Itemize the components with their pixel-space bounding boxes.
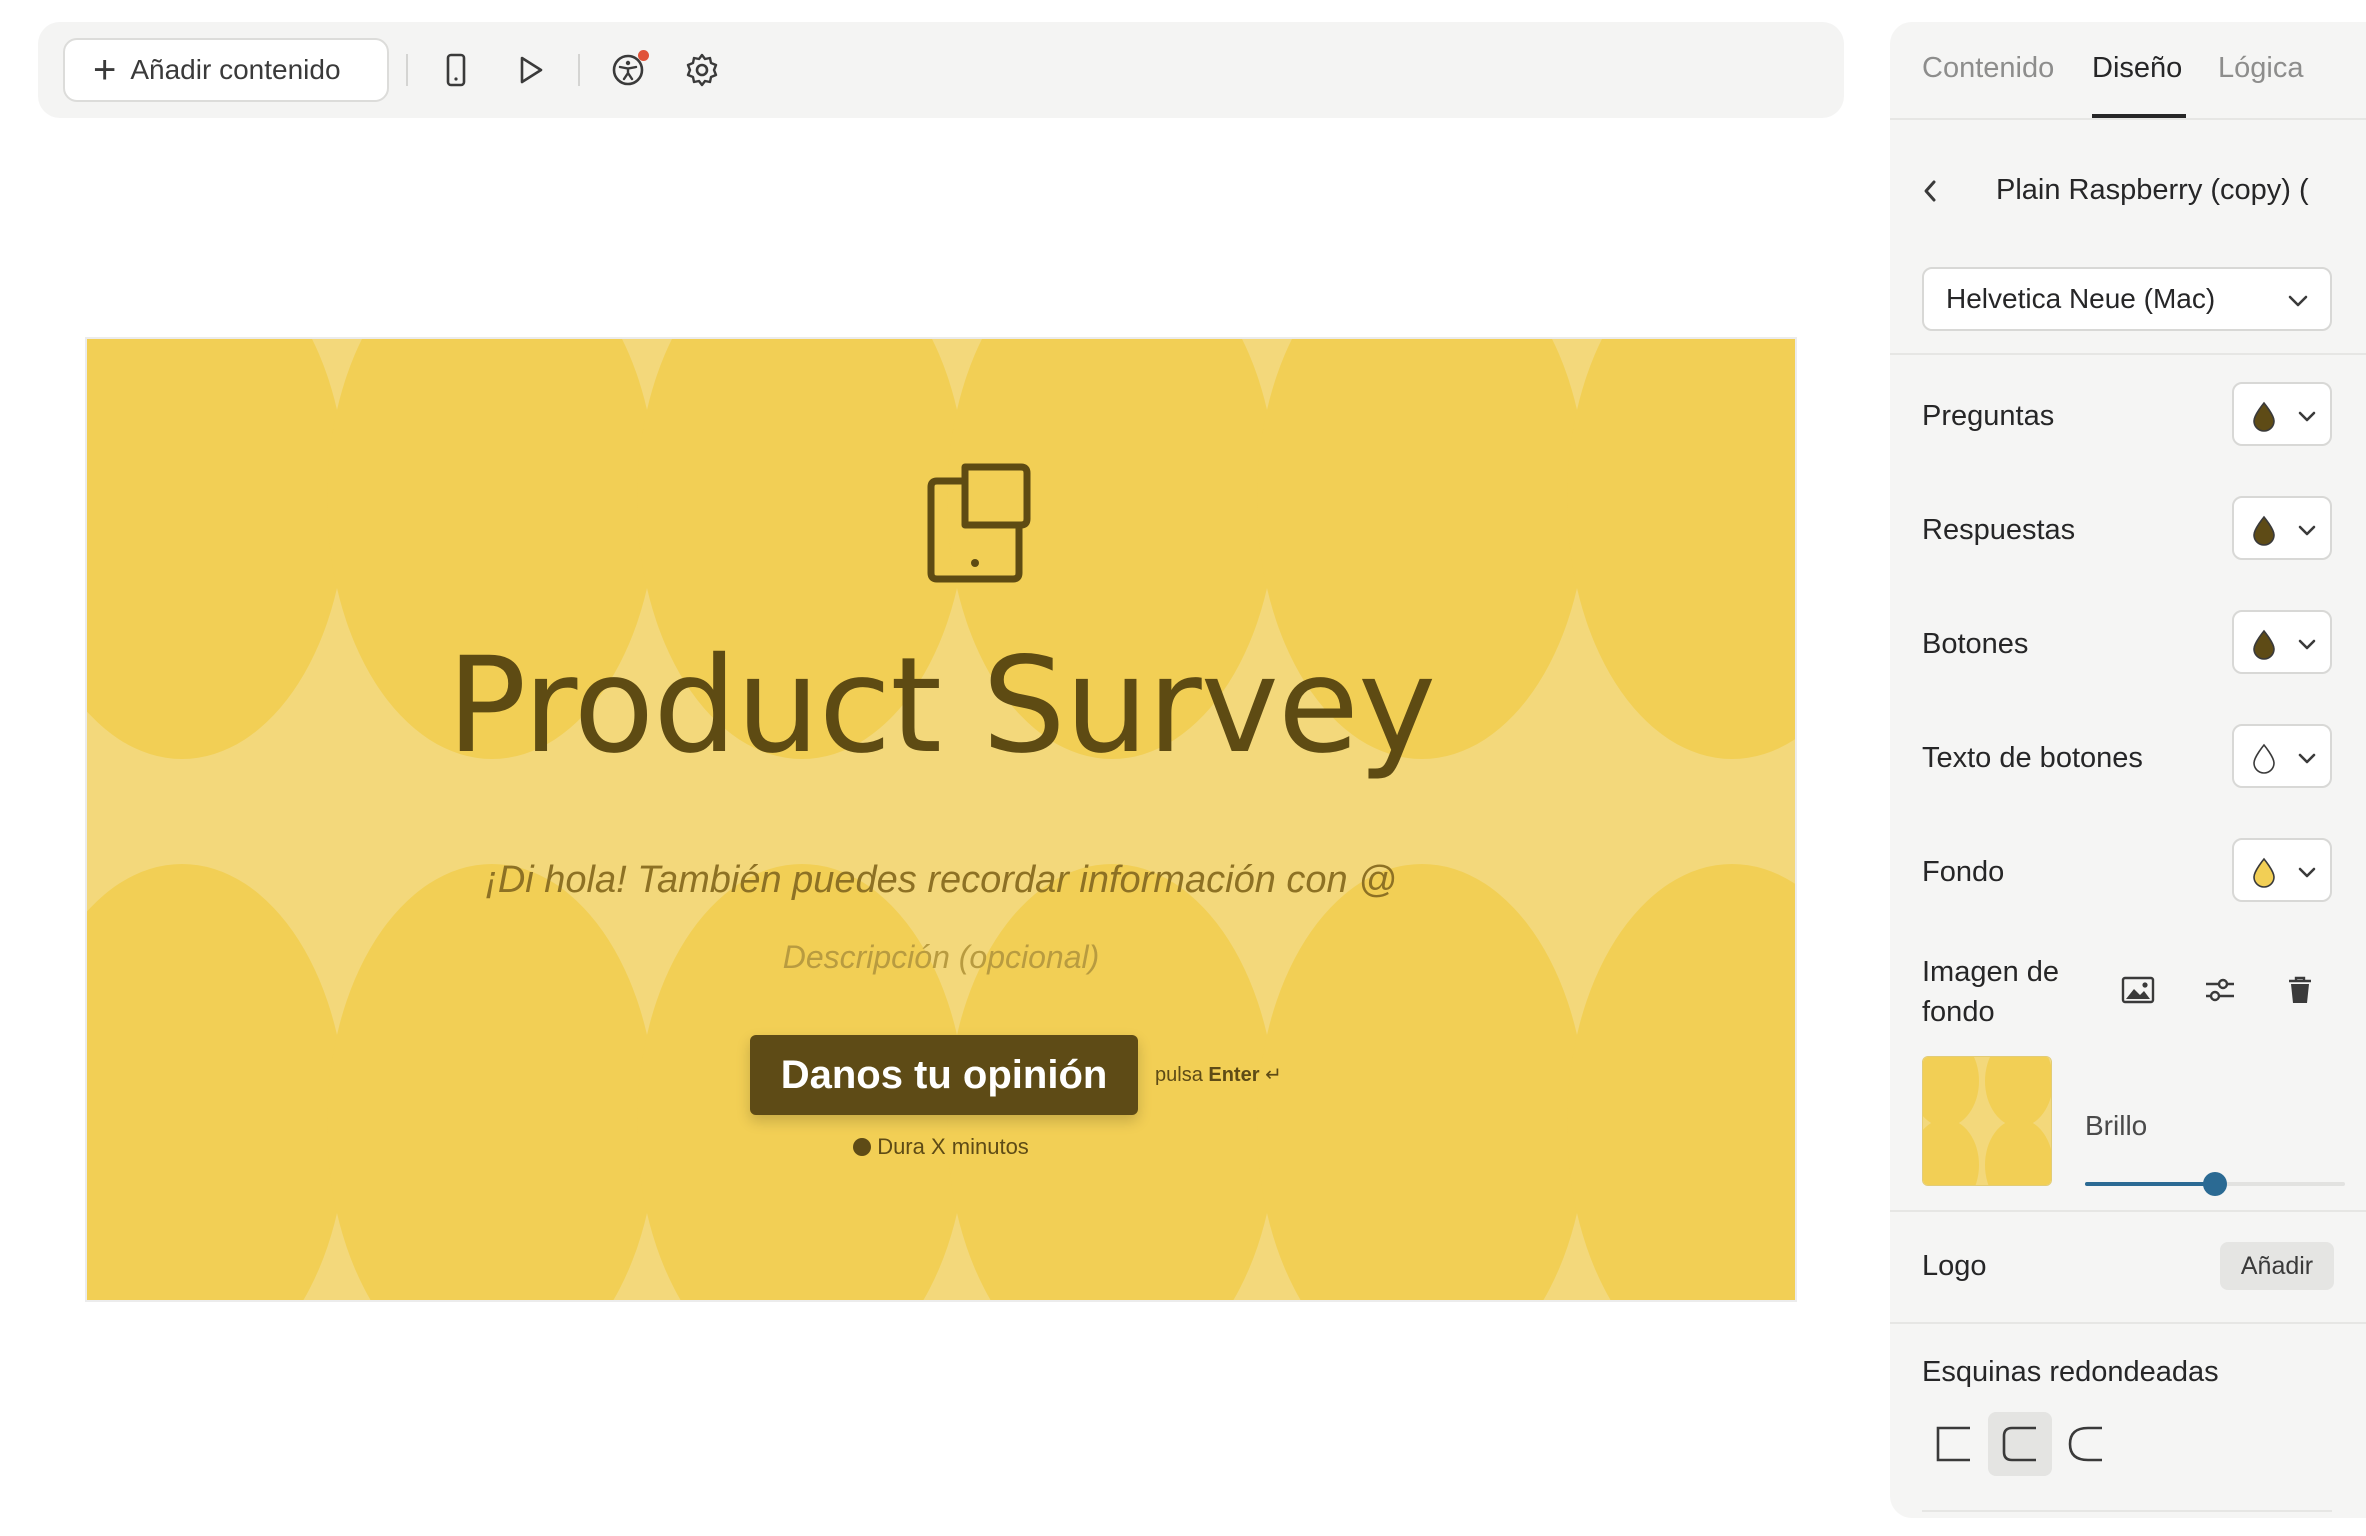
slider-handle[interactable]: [2203, 1172, 2227, 1196]
design-panel: Contenido Diseño Lógica Plain Raspberry …: [1890, 22, 2366, 1518]
add-content-label: Añadir contenido: [130, 54, 341, 85]
slider-fill: [2085, 1182, 2215, 1186]
chevron-down-icon: [2288, 295, 2308, 307]
section-divider: [1890, 1322, 2366, 1324]
panel-tabs: Contenido Diseño Lógica: [1890, 22, 2366, 120]
color-drop-icon: [2253, 629, 2275, 660]
survey-title[interactable]: Product Survey: [87, 629, 1795, 783]
chevron-down-icon: [2298, 753, 2316, 764]
enter-hint-prefix: pulsa: [1155, 1064, 1203, 1086]
add-content-button[interactable]: + Añadir contenido: [63, 38, 389, 102]
brightness-label: Brillo: [2085, 1110, 2148, 1141]
theme-header: Plain Raspberry (copy) (: [1890, 162, 2366, 222]
color-row-preguntas: Preguntas: [1922, 382, 2332, 446]
color-row-label: Texto de botones: [1922, 742, 2143, 774]
corner-rounded-option[interactable]: [1988, 1412, 2052, 1476]
active-tab-indicator: [2092, 114, 2186, 118]
toolbar-divider: [406, 54, 408, 86]
duration-text: Dura X minutos: [877, 1134, 1029, 1159]
color-row-botones: Botones: [1922, 610, 2332, 674]
color-drop-icon: [2253, 515, 2275, 546]
color-row-fondo: Fondo: [1922, 838, 2332, 902]
color-picker[interactable]: [2232, 382, 2332, 446]
enter-hint: pulsa Enter ↵: [1155, 1062, 1282, 1087]
settings-icon[interactable]: [682, 50, 722, 90]
brightness-slider[interactable]: [2085, 1170, 2345, 1200]
enter-hint-key: Enter: [1208, 1064, 1260, 1086]
survey-preview: Product Survey ¡Di hola! También puedes …: [85, 337, 1797, 1302]
device-icon: [927, 463, 1031, 583]
toolbar-divider: [578, 54, 580, 86]
color-picker[interactable]: [2232, 610, 2332, 674]
section-divider: [1922, 1510, 2332, 1512]
font-select-value: Helvetica Neue (Mac): [1946, 283, 2216, 314]
rounded-corners-label: Esquinas redondeadas: [1922, 1356, 2219, 1388]
duration-note: Dura X minutos: [87, 1134, 1795, 1160]
tab-contenido[interactable]: Contenido: [1922, 52, 2054, 85]
chevron-down-icon: [2298, 525, 2316, 536]
background-image-thumbnail[interactable]: [1922, 1056, 2052, 1186]
color-row-label: Botones: [1922, 628, 2029, 660]
editor-toolbar: + Añadir contenido: [38, 22, 1844, 118]
color-row-respuestas: Respuestas: [1922, 496, 2332, 560]
enter-symbol-icon: ↵: [1265, 1064, 1282, 1086]
mobile-preview-icon[interactable]: [436, 50, 476, 90]
play-icon[interactable]: [510, 50, 550, 90]
survey-subtitle[interactable]: ¡Di hola! También puedes recordar inform…: [87, 859, 1795, 902]
color-picker[interactable]: [2232, 838, 2332, 902]
chevron-down-icon: [2298, 411, 2316, 422]
survey-description-placeholder[interactable]: Descripción (opcional): [87, 939, 1795, 976]
notification-dot: [638, 50, 649, 61]
adjust-icon[interactable]: [2200, 970, 2240, 1010]
plus-icon: +: [93, 48, 117, 92]
chevron-down-icon: [2298, 639, 2316, 650]
add-logo-button[interactable]: Añadir: [2220, 1242, 2334, 1290]
clock-icon: [853, 1138, 872, 1156]
section-divider: [1890, 353, 2366, 355]
color-row-texto-botones: Texto de botones: [1922, 724, 2332, 788]
back-icon[interactable]: [1920, 176, 1940, 211]
section-divider: [1890, 1210, 2366, 1212]
chevron-down-icon: [2298, 867, 2316, 878]
start-survey-button[interactable]: Danos tu opinión: [750, 1035, 1138, 1115]
logo-label: Logo: [1922, 1250, 1987, 1282]
tab-logica[interactable]: Lógica: [2218, 52, 2303, 85]
accessibility-icon[interactable]: [608, 50, 649, 90]
color-drop-icon: [2253, 743, 2275, 774]
trash-icon[interactable]: [2280, 970, 2320, 1010]
color-row-label: Respuestas: [1922, 514, 2076, 546]
corner-round-option[interactable]: [2054, 1412, 2118, 1476]
color-picker[interactable]: [2232, 724, 2332, 788]
color-row-label: Preguntas: [1922, 400, 2055, 432]
color-drop-icon: [2253, 857, 2275, 888]
image-icon[interactable]: [2118, 970, 2158, 1010]
color-drop-icon: [2253, 401, 2275, 432]
theme-name: Plain Raspberry (copy) (: [1996, 174, 2309, 206]
color-picker[interactable]: [2232, 496, 2332, 560]
background-image-label: Imagen de fondo: [1922, 956, 2060, 1028]
corner-square-option[interactable]: [1922, 1412, 1986, 1476]
color-row-label: Fondo: [1922, 856, 2005, 888]
tab-diseno[interactable]: Diseño: [2092, 52, 2182, 85]
font-select[interactable]: Helvetica Neue (Mac): [1922, 267, 2332, 331]
